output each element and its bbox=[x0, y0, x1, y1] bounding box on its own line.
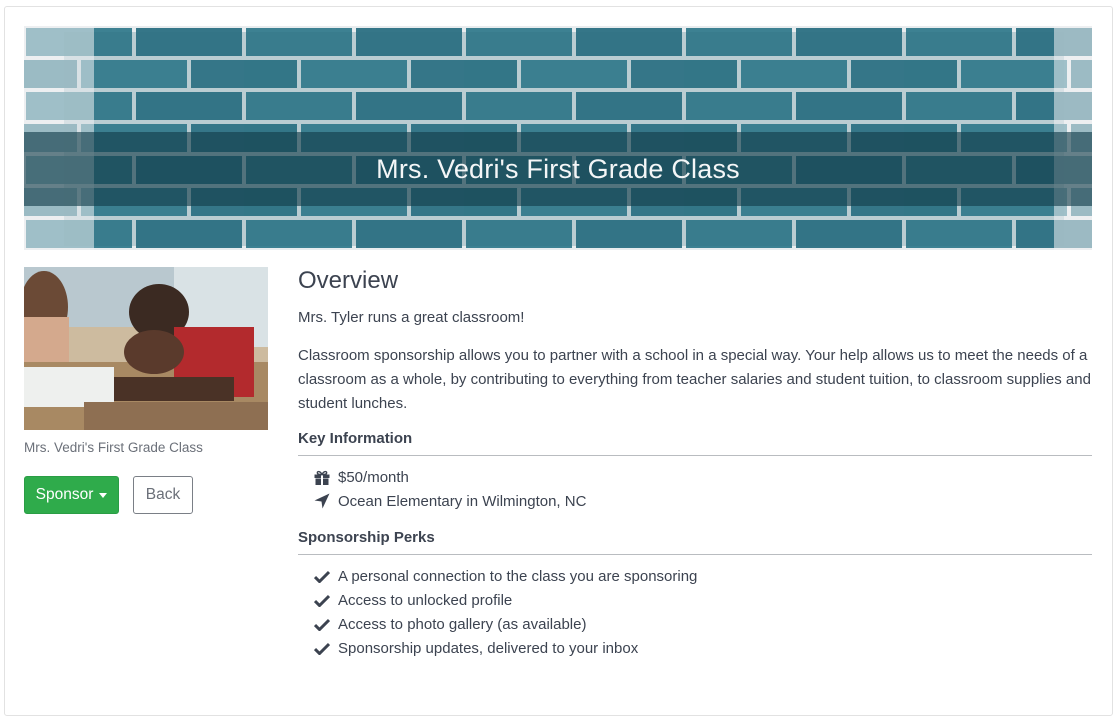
sponsorship-perks-heading: Sponsorship Perks bbox=[298, 529, 1092, 555]
perk-item: Access to photo gallery (as available) bbox=[298, 612, 1092, 636]
check-icon bbox=[314, 616, 330, 632]
perk-text: Access to photo gallery (as available) bbox=[338, 615, 587, 633]
photo-caption: Mrs. Vedri's First Grade Class bbox=[24, 440, 203, 455]
check-icon bbox=[314, 592, 330, 608]
perk-text: Sponsorship updates, delivered to your i… bbox=[338, 639, 639, 657]
caret-down-icon bbox=[99, 492, 108, 498]
banner-title-strip: Mrs. Vedri's First Grade Class bbox=[24, 132, 1092, 206]
perk-text: Access to unlocked profile bbox=[338, 591, 513, 609]
sponsor-dropdown-button[interactable]: Sponsor bbox=[24, 476, 119, 514]
key-info-item-price: $50/month bbox=[298, 465, 1092, 489]
back-button-label: Back bbox=[145, 486, 181, 503]
key-info-item-location: Ocean Elementary in Wilmington, NC bbox=[298, 489, 1092, 513]
back-button[interactable]: Back bbox=[133, 476, 193, 514]
key-info-text: Ocean Elementary in Wilmington, NC bbox=[338, 492, 587, 510]
key-information-list: $50/month Ocean Elementary in Wilmington… bbox=[298, 465, 1092, 513]
overview-intro: Mrs. Tyler runs a great classroom! bbox=[298, 309, 525, 326]
overview-heading: Overview bbox=[298, 267, 399, 294]
sponsorship-perks-list: A personal connection to the class you a… bbox=[298, 564, 1092, 660]
overview-description: Classroom sponsorship allows you to part… bbox=[298, 347, 1091, 412]
key-information-heading: Key Information bbox=[298, 430, 1092, 456]
overview-section: Overview Mrs. Tyler runs a great classro… bbox=[298, 266, 1092, 660]
perk-item: Access to unlocked profile bbox=[298, 588, 1092, 612]
location-arrow-icon bbox=[314, 493, 330, 509]
check-icon bbox=[314, 568, 330, 584]
perk-text: A personal connection to the class you a… bbox=[338, 567, 698, 585]
key-info-text: $50/month bbox=[338, 468, 409, 486]
class-photo bbox=[24, 267, 268, 430]
page-title: Mrs. Vedri's First Grade Class bbox=[376, 153, 740, 184]
check-icon bbox=[314, 640, 330, 656]
gift-icon bbox=[314, 469, 330, 485]
perk-item: Sponsorship updates, delivered to your i… bbox=[298, 636, 1092, 660]
perk-item: A personal connection to the class you a… bbox=[298, 564, 1092, 588]
sponsor-button-label: Sponsor bbox=[35, 486, 94, 503]
class-banner: Mrs. Vedri's First Grade Class bbox=[24, 26, 1092, 250]
